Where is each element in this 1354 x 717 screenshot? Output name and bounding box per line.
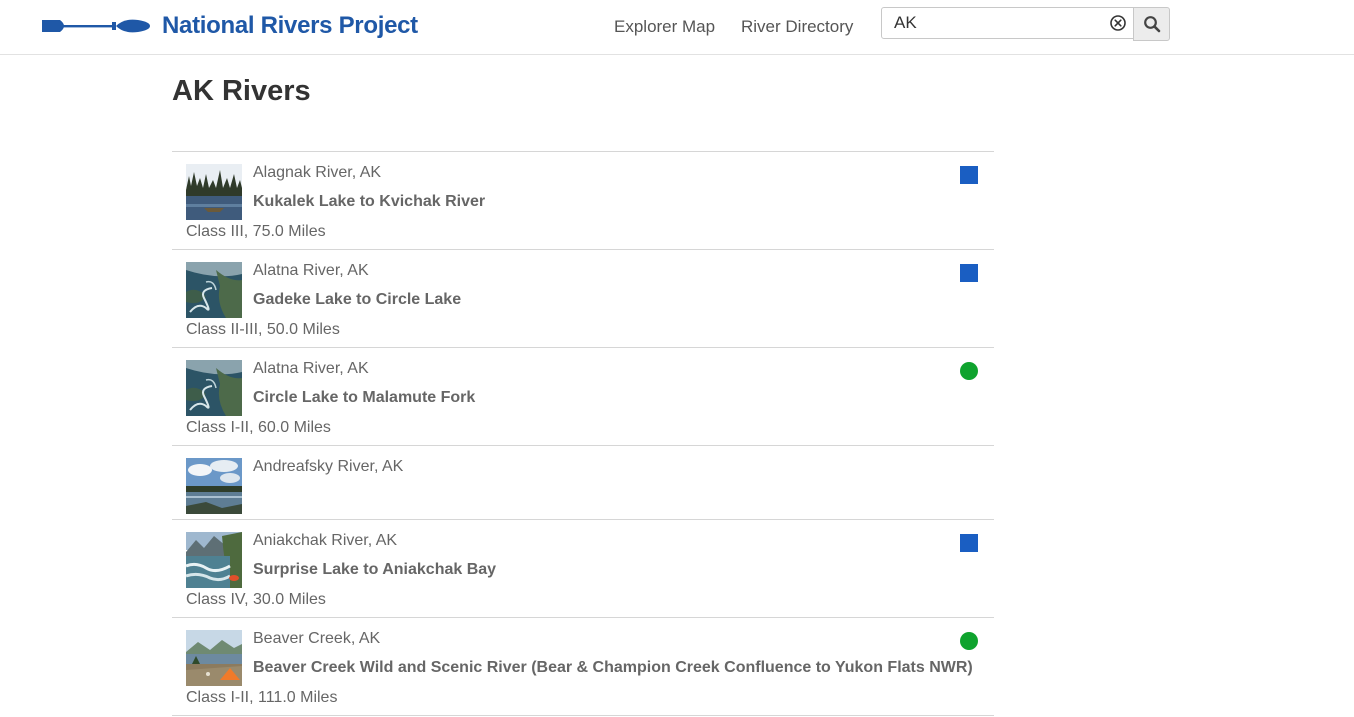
river-thumbnail[interactable] (186, 532, 242, 588)
search-box (881, 7, 1134, 39)
river-section-name[interactable]: Gadeke Lake to Circle Lake (253, 291, 461, 309)
river-list-item[interactable]: Alatna River, AK Circle Lake to Malamute … (172, 348, 994, 446)
search-icon (1143, 16, 1160, 33)
green-circle-marker-icon (960, 362, 978, 380)
search-input[interactable] (882, 8, 1100, 38)
river-class-length: Class II-III, 50.0 Miles (186, 321, 340, 338)
blue-square-marker-icon (960, 534, 978, 552)
search-button[interactable] (1133, 7, 1170, 41)
river-section-name[interactable]: Beaver Creek Wild and Scenic River (Bear… (253, 659, 973, 677)
river-list-item[interactable]: Alatna River, AK Gadeke Lake to Circle La… (172, 250, 994, 348)
river-name[interactable]: Alagnak River, AK (253, 164, 381, 182)
river-list-item[interactable]: Aniakchak River, AK Surprise Lake to Ania… (172, 520, 994, 618)
river-list: Alagnak River, AK Kukalek Lake to Kvichak… (172, 151, 994, 716)
blue-square-marker-icon (960, 264, 978, 282)
river-name[interactable]: Alatna River, AK (253, 262, 369, 280)
river-name[interactable]: Beaver Creek, AK (253, 630, 380, 648)
river-thumbnail[interactable] (186, 262, 242, 318)
nav-explorer-map[interactable]: Explorer Map (614, 17, 715, 37)
paddle-logo-icon (42, 19, 150, 33)
river-thumbnail[interactable] (186, 360, 242, 416)
river-thumbnail[interactable] (186, 630, 242, 686)
site-title: National Rivers Project (162, 12, 418, 39)
river-list-item[interactable]: Alagnak River, AK Kukalek Lake to Kvichak… (172, 152, 994, 250)
green-circle-marker-icon (960, 632, 978, 650)
river-class-length: Class III, 75.0 Miles (186, 223, 326, 240)
top-navbar: National Rivers Project Explorer Map Riv… (0, 0, 1354, 55)
river-thumbnail[interactable] (186, 458, 242, 514)
river-section-name[interactable]: Circle Lake to Malamute Fork (253, 389, 475, 407)
river-name[interactable]: Andreafsky River, AK (253, 458, 403, 476)
river-list-item[interactable]: Andreafsky River, AK (172, 446, 994, 520)
river-class-length: Class I-II, 60.0 Miles (186, 419, 331, 436)
blue-square-marker-icon (960, 166, 978, 184)
river-name[interactable]: Aniakchak River, AK (253, 532, 397, 550)
nav-river-directory[interactable]: River Directory (741, 17, 853, 37)
page-title: AK Rivers (172, 75, 311, 107)
river-class-length: Class IV, 30.0 Miles (186, 591, 326, 608)
clear-search-icon[interactable] (1109, 14, 1127, 32)
river-list-item[interactable]: Beaver Creek, AK Beaver Creek Wild and Sc… (172, 618, 994, 716)
river-class-length: Class I-II, 111.0 Miles (186, 689, 338, 706)
river-thumbnail[interactable] (186, 164, 242, 220)
river-section-name[interactable]: Kukalek Lake to Kvichak River (253, 193, 485, 211)
site-logo[interactable]: National Rivers Project (40, 10, 418, 42)
river-section-name[interactable]: Surprise Lake to Aniakchak Bay (253, 561, 496, 579)
river-name[interactable]: Alatna River, AK (253, 360, 369, 378)
